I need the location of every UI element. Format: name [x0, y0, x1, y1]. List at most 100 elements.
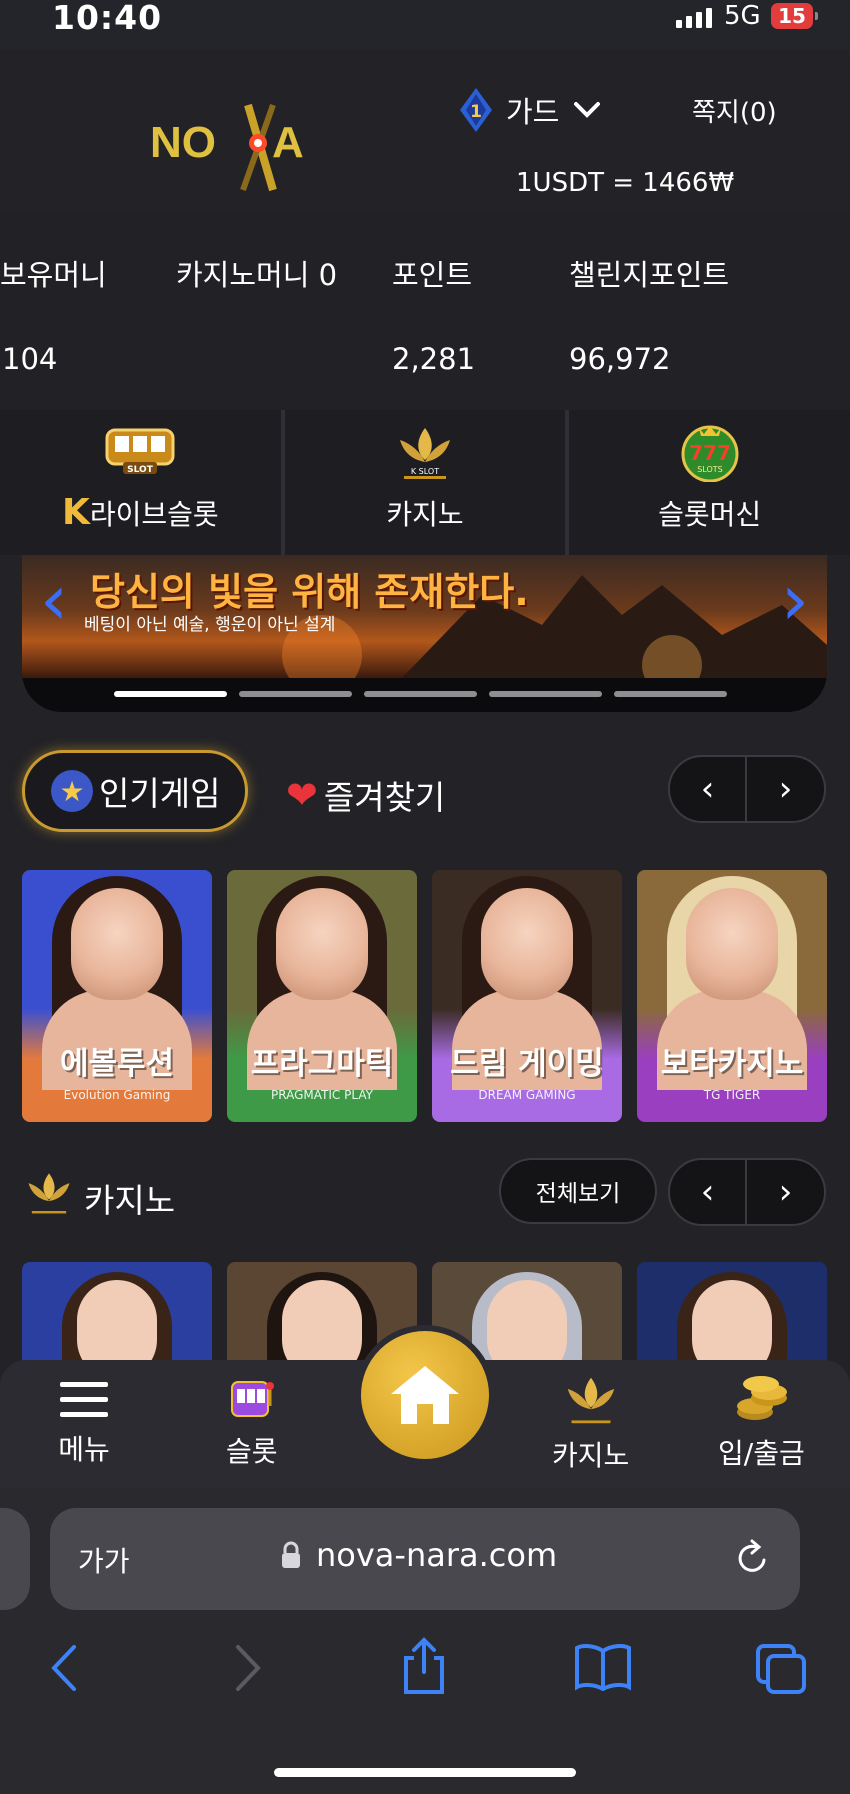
messages-link[interactable]: 쪽지(0) [692, 92, 777, 129]
tabs-icon[interactable] [755, 1643, 807, 1695]
heart-icon: ❤ [286, 773, 318, 817]
banner-pagination [114, 691, 727, 697]
nav-deposit-withdraw[interactable]: 입/출금 [718, 1372, 805, 1472]
home-icon [391, 1366, 459, 1424]
points-value: 2,281 [392, 342, 476, 376]
reload-icon[interactable] [734, 1538, 770, 1578]
share-icon[interactable] [400, 1636, 448, 1696]
lock-icon [282, 1541, 300, 1568]
game-name: 에볼루션 [59, 1046, 175, 1082]
game-card-bota-casino[interactable]: 보타카지노 TG TIGER [637, 870, 827, 1122]
tab-label: 인기게임 [99, 774, 221, 813]
challenge-points-label: 챌린지포인트 [569, 258, 730, 292]
nav-label: 카지노 [552, 1439, 630, 1472]
pagination-dot[interactable] [489, 691, 602, 697]
pagination-dot[interactable] [364, 691, 477, 697]
coins-icon [737, 1376, 788, 1420]
svg-text:SLOTS: SLOTS [697, 465, 723, 474]
signal-icon [676, 8, 712, 28]
chevron-left-icon: ‹ [700, 1172, 715, 1212]
tab-popular-games[interactable]: ★ 인기게임 [22, 750, 248, 832]
banner-prev-icon[interactable]: ‹ [40, 565, 68, 635]
provider-logo: PRAGMATIC PLAY [271, 1088, 373, 1102]
wallet-summary: 보유머니 카지노머니 0 포인트 챌린지포인트 104 2,281 96,972 [0, 210, 850, 410]
popular-games-list: 에볼루션 Evolution Gaming 프라그마틱 PRAGMATIC PL… [22, 870, 828, 1122]
chevron-down-icon [574, 102, 601, 118]
banner-next-icon[interactable]: › [781, 565, 809, 635]
prev-button[interactable]: ‹ [670, 1160, 747, 1224]
category-label: 라이브슬롯 [89, 498, 219, 531]
popular-carousel-controls: ‹ › [668, 755, 826, 823]
k-logo-icon: K [61, 492, 90, 533]
back-icon[interactable] [48, 1643, 80, 1693]
pagination-dot[interactable] [614, 691, 727, 697]
tab-label: 즐겨찾기 [323, 778, 446, 817]
game-card-evolution[interactable]: 에볼루션 Evolution Gaming [22, 870, 212, 1122]
svg-text:K SLOT: K SLOT [411, 467, 439, 476]
app-screen: 10:40 5G 15 NO A 1 가드 쪽지(0) 1USDT = 1466… [0, 0, 850, 1794]
next-button[interactable]: › [747, 757, 824, 821]
home-button[interactable] [355, 1325, 495, 1465]
exchange-rate: 1USDT = 1466₩ [516, 168, 735, 198]
promo-banner[interactable]: 당신의 빛을 위해 존재한다. 베팅이 아닌 예술, 행운이 아닌 설계 ‹ › [22, 555, 827, 712]
next-button[interactable]: › [747, 1160, 824, 1224]
casino-money-label: 카지노머니 0 [176, 258, 338, 292]
category-live-slot[interactable]: SLOT K라이브슬롯 [0, 410, 285, 555]
tab-favorites[interactable]: ❤ 즐겨찾기 [286, 771, 445, 819]
category-label: 슬롯머신 [658, 498, 762, 531]
chevron-right-icon: › [778, 769, 793, 809]
browser-toolbar: 가가 nova-nara.com [0, 1488, 850, 1794]
live-slot-icon: SLOT [105, 428, 175, 475]
text-size-button[interactable]: 가가 [78, 1540, 130, 1580]
pagination-dot[interactable] [114, 691, 227, 697]
network-label: 5G [724, 1, 761, 31]
bookmarks-icon[interactable] [574, 1643, 632, 1691]
svg-text:A: A [272, 118, 304, 167]
category-label: 카지노 [386, 498, 464, 531]
category-slot-machine[interactable]: 777 SLOTS 슬롯머신 [569, 410, 850, 555]
game-name: 드림 게이밍 [450, 1046, 604, 1082]
pagination-dot[interactable] [239, 691, 352, 697]
banner-subtitle: 베팅이 아닌 예술, 행운이 아닌 설계 [84, 615, 336, 635]
slot-machine-icon [230, 1381, 274, 1417]
nav-slot[interactable]: 슬롯 [226, 1374, 278, 1470]
svg-text:1: 1 [470, 102, 482, 122]
grade-label: 가드 [506, 95, 560, 129]
svg-text:SLOT: SLOT [127, 465, 154, 475]
nav-label: 슬롯 [226, 1435, 278, 1468]
url-text: nova-nara.com [316, 1536, 558, 1574]
game-name: 프라그마틱 [250, 1046, 394, 1082]
k-slot-lotus-icon [567, 1377, 614, 1424]
nav-menu[interactable]: 메뉴 [58, 1380, 110, 1468]
game-card-pragmatic[interactable]: 프라그마틱 PRAGMATIC PLAY [227, 870, 417, 1122]
challenge-points-value: 96,972 [569, 342, 671, 376]
casino-carousel-controls: ‹ › [668, 1158, 826, 1226]
nav-casino[interactable]: 카지노 [552, 1374, 629, 1474]
prev-button[interactable]: ‹ [670, 757, 747, 821]
game-name: 보타카지노 [660, 1046, 804, 1082]
nav-label: 메뉴 [58, 1433, 110, 1466]
k-slot-lotus-icon [28, 1173, 70, 1214]
address-bar[interactable]: 가가 nova-nara.com [50, 1508, 800, 1610]
category-casino[interactable]: K SLOT 카지노 [285, 410, 570, 555]
provider-logo: Evolution Gaming [63, 1088, 171, 1102]
casino-card[interactable] [22, 1262, 212, 1372]
777-slots-icon: 777 SLOTS [681, 425, 739, 482]
view-all-button[interactable]: 전체보기 [499, 1158, 657, 1224]
k-slot-lotus-icon: K SLOT [400, 428, 450, 479]
casino-card[interactable] [637, 1262, 827, 1372]
chevron-left-icon: ‹ [700, 769, 715, 809]
category-nav: SLOT K라이브슬롯 K SLOT 카지노 777 SLOTS 슬롯머신 [0, 410, 850, 555]
nova-logo[interactable]: NO A [148, 95, 328, 195]
previous-tab-stub[interactable] [0, 1508, 30, 1610]
forward-icon[interactable] [232, 1643, 264, 1693]
points-label: 포인트 [392, 258, 473, 292]
game-card-dream-gaming[interactable]: 드림 게이밍 DREAM GAMING [432, 870, 622, 1122]
grade-badge-icon: 1 [460, 88, 492, 132]
balance-value: 104 [2, 342, 58, 376]
grade-dropdown[interactable]: 1 가드 [460, 88, 601, 132]
status-bar: 10:40 5G 15 [0, 0, 850, 50]
chevron-right-icon: › [778, 1172, 793, 1212]
provider-logo: TG TIGER [703, 1088, 761, 1102]
casino-section-header: 카지노 전체보기 ‹ › [0, 1155, 850, 1250]
